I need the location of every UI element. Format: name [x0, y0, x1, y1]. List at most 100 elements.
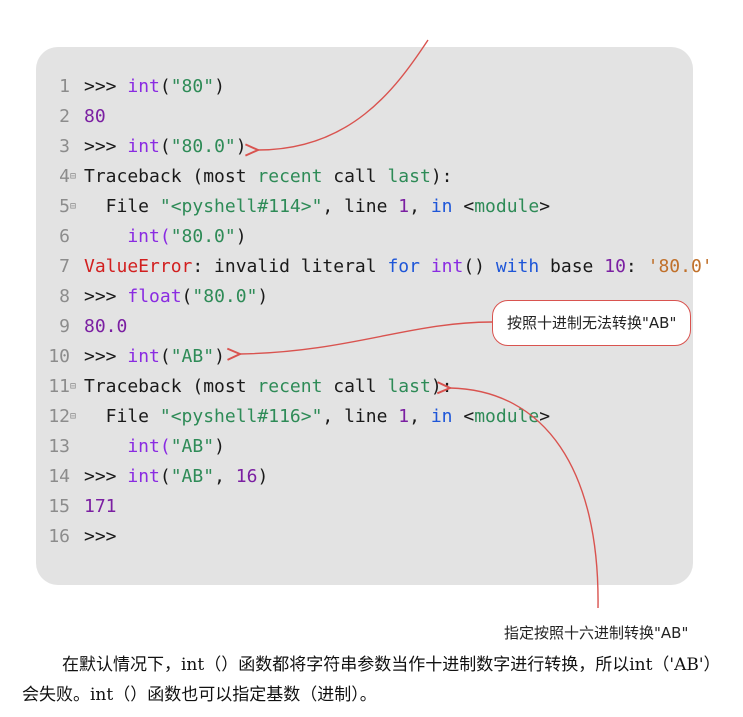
code-token: ( [159, 346, 171, 367]
code-token: ValueError [84, 256, 193, 277]
code-token: >>> [84, 76, 128, 97]
line-number: 10 [48, 346, 70, 367]
code-token: ): [430, 166, 453, 187]
code-token: "<pyshell#114>" [159, 196, 323, 217]
code-token: , [214, 466, 236, 487]
code-token: int( [84, 226, 171, 247]
line-number: 9 [59, 316, 70, 337]
code-line: 11⊟ Traceback (most recent call last): [30, 372, 452, 402]
code-token: int( [84, 436, 171, 457]
code-token: in [430, 406, 453, 427]
code-token: base [539, 256, 605, 277]
code-token: 10 [604, 256, 626, 277]
code-token: "80.0" [170, 226, 236, 247]
code-token: ( [159, 76, 171, 97]
code-token: module [474, 406, 540, 427]
code-token: File [84, 196, 160, 217]
fold-toggle-icon[interactable]: ⊟ [70, 162, 80, 192]
callout-decimal-fail-text: 按照十进制无法转换"AB" [507, 314, 677, 332]
code-line: 12⊟ File "<pyshell#116>", line 1, in <mo… [30, 402, 550, 432]
code-token: "AB" [170, 436, 215, 457]
line-number: 2 [59, 106, 70, 127]
code-token: < [452, 406, 475, 427]
code-token: >>> [84, 346, 128, 367]
code-token: ) [257, 466, 269, 487]
code-token: : [625, 256, 648, 277]
code-token: "80" [170, 76, 215, 97]
code-token: Traceback (most [84, 166, 258, 187]
code-token: recent [257, 376, 323, 397]
code-token: < [452, 196, 475, 217]
code-token: >>> [84, 286, 128, 307]
code-token: recent [257, 166, 323, 187]
code-token: "AB" [170, 466, 215, 487]
code-token: 1 [398, 196, 410, 217]
code-line: 2 80 [30, 102, 106, 132]
code-line: 13 int("AB") [30, 432, 225, 462]
code-token: , [409, 406, 431, 427]
code-token: ) [257, 286, 269, 307]
line-number: 3 [59, 136, 70, 157]
code-token: 16 [235, 466, 258, 487]
line-number: 13 [48, 436, 70, 457]
line-number: 15 [48, 496, 70, 517]
code-token: '80.0' [647, 256, 713, 277]
line-number: 7 [59, 256, 70, 277]
fold-toggle-icon[interactable]: ⊟ [70, 192, 80, 222]
code-token: ( [159, 466, 171, 487]
code-token: int [430, 256, 464, 277]
code-token: 1 [398, 406, 410, 427]
code-token: float [127, 286, 182, 307]
code-line: 15 171 [30, 492, 116, 522]
code-token: ( [181, 286, 193, 307]
fold-toggle-icon[interactable]: ⊟ [70, 402, 80, 432]
body-paragraph: 在默认情况下，int（）函数都将字符串参数当作十进制数字进行转换，所以int（'… [22, 655, 721, 705]
code-token: 80.0 [84, 316, 128, 337]
code-line: 7 ValueError: invalid literal for int() w… [30, 252, 713, 282]
code-token: last [387, 166, 431, 187]
code-token: ( [159, 136, 171, 157]
code-token: , line [322, 196, 399, 217]
callout-decimal-fail: 按照十进制无法转换"AB" [492, 300, 692, 346]
code-line: 6 int("80.0") [30, 222, 247, 252]
code-token: "80.0" [192, 286, 258, 307]
code-line: 1 >>> int("80") [30, 72, 225, 102]
code-line: 10 >>> int("AB") [30, 342, 225, 372]
line-number: 8 [59, 286, 70, 307]
line-number: 6 [59, 226, 70, 247]
code-line: 16 >>> [30, 522, 127, 552]
code-token: "<pyshell#116>" [159, 406, 323, 427]
code-token: Traceback (most [84, 376, 258, 397]
code-token: int [127, 136, 160, 157]
fold-toggle-icon[interactable]: ⊟ [70, 372, 80, 402]
code-token: ) [235, 226, 247, 247]
code-line: 4⊟ Traceback (most recent call last): [30, 162, 453, 192]
code-line: 3 >>> int("80.0") [30, 132, 246, 162]
line-number: 16 [48, 526, 70, 547]
code-token: >>> [84, 136, 128, 157]
code-token: : invalid literal [192, 256, 388, 277]
code-token: call [322, 376, 388, 397]
code-token: int [127, 466, 160, 487]
code-token: in [430, 196, 453, 217]
code-token: with [495, 256, 540, 277]
code-token: > [539, 196, 551, 217]
code-token: > [539, 406, 551, 427]
code-token: , [409, 196, 431, 217]
code-token: for [387, 256, 420, 277]
code-token: int [127, 76, 160, 97]
code-token: int [127, 346, 160, 367]
code-token: 80 [84, 106, 106, 127]
code-token: call [322, 166, 388, 187]
callout-hex-convert: 指定按照十六进制转换"AB" [504, 622, 688, 643]
code-line: 14 >>> int("AB", 16) [30, 462, 268, 492]
code-token: File [84, 406, 160, 427]
code-token: "AB" [170, 346, 215, 367]
code-token: , line [322, 406, 399, 427]
code-token: () [463, 256, 496, 277]
code-token: last [387, 376, 431, 397]
code-line: 5⊟ File "<pyshell#114>", line 1, in <mod… [30, 192, 550, 222]
code-token: ) [214, 436, 225, 457]
code-token: module [474, 196, 540, 217]
